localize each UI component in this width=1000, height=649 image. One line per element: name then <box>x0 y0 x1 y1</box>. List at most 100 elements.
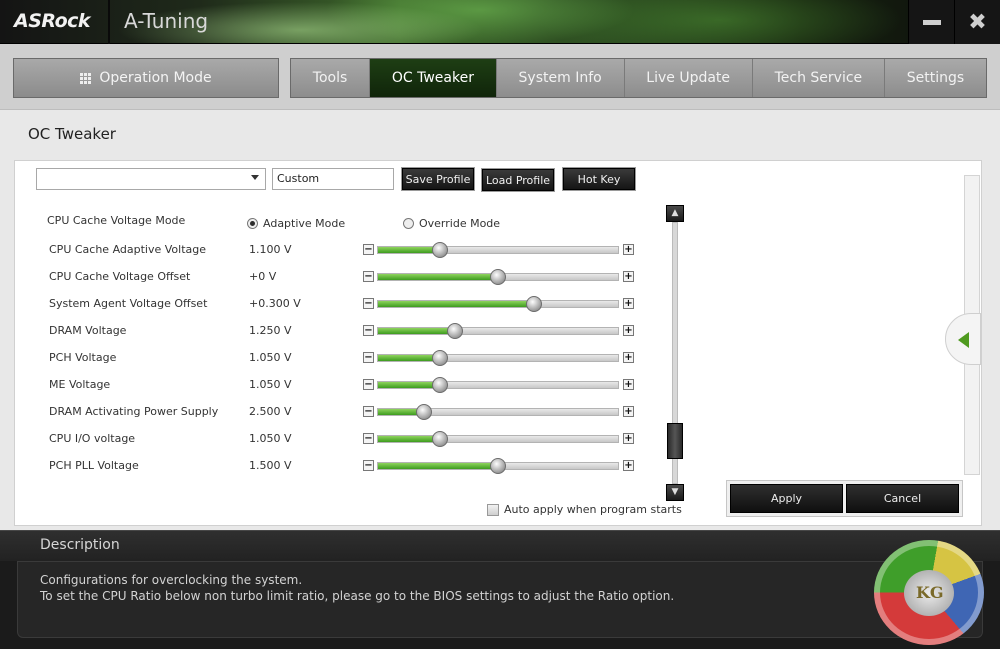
slider-fill <box>378 382 441 388</box>
slider-fill <box>378 355 441 361</box>
voltage-name: DRAM Voltage <box>49 324 127 337</box>
tab-tools[interactable]: Tools <box>291 59 371 97</box>
voltage-name: CPU Cache Voltage Offset <box>49 270 191 283</box>
slider-thumb[interactable] <box>490 458 506 474</box>
increase-button[interactable]: + <box>623 379 634 390</box>
slider-thumb[interactable] <box>415 404 432 420</box>
description-header: Description <box>0 530 1000 561</box>
load-profile-button[interactable]: Load Profile <box>481 168 555 192</box>
decrease-button[interactable]: − <box>363 406 374 417</box>
decrease-button[interactable]: − <box>363 244 374 255</box>
decrease-button[interactable]: − <box>363 352 374 363</box>
override-mode-label: Override Mode <box>419 217 501 230</box>
voltage-value: 1.500 V <box>249 459 292 472</box>
slider-fill <box>378 247 441 253</box>
action-buttons: Apply Cancel <box>726 480 963 517</box>
override-mode-radio[interactable]: Override Mode <box>403 217 500 230</box>
slider-thumb[interactable] <box>432 431 449 447</box>
title-divider <box>108 0 110 44</box>
profile-dropdown[interactable] <box>36 168 266 190</box>
slider-thumb[interactable] <box>446 323 463 339</box>
main-panel: OC Tweaker Custom Save Profile Load Prof… <box>0 110 1000 530</box>
tab-live-update[interactable]: Live Update <box>625 59 753 97</box>
voltage-slider[interactable] <box>377 377 619 393</box>
voltage-value: +0 V <box>249 270 277 283</box>
decrease-button[interactable]: − <box>363 460 374 471</box>
slider-thumb[interactable] <box>432 242 449 258</box>
increase-button[interactable]: + <box>623 298 634 309</box>
hot-key-button[interactable]: Hot Key <box>562 167 636 191</box>
slider-fill <box>378 274 498 280</box>
voltage-slider[interactable] <box>377 269 619 285</box>
tab-system-info[interactable]: System Info <box>497 59 625 97</box>
voltage-slider[interactable] <box>377 431 619 447</box>
radio-unselected-icon <box>403 218 414 229</box>
voltage-row: System Agent Voltage Offset +0.300 V − + <box>15 291 655 318</box>
decrease-button[interactable]: − <box>363 271 374 282</box>
description-title: Description <box>40 537 120 553</box>
increase-button[interactable]: + <box>623 271 634 282</box>
operation-mode-button[interactable]: Operation Mode <box>13 58 279 98</box>
voltage-slider[interactable] <box>377 458 619 474</box>
slider-thumb[interactable] <box>432 377 449 393</box>
scroll-thumb[interactable] <box>667 423 683 459</box>
slider-thumb[interactable] <box>432 350 449 366</box>
cancel-button[interactable]: Cancel <box>846 484 959 513</box>
oc-tweaker-content: Custom Save Profile Load Profile Hot Key… <box>14 160 982 526</box>
voltage-value: +0.300 V <box>249 297 301 310</box>
voltage-slider[interactable] <box>377 242 619 258</box>
nav-bar: Operation Mode Tools OC Tweaker System Inf… <box>0 44 1000 110</box>
slider-thumb[interactable] <box>526 296 542 312</box>
voltage-value: 2.500 V <box>249 405 292 418</box>
apply-button[interactable]: Apply <box>730 484 843 513</box>
increase-button[interactable]: + <box>623 244 634 255</box>
voltage-name: System Agent Voltage Offset <box>49 297 208 310</box>
increase-button[interactable]: + <box>623 325 634 336</box>
voltage-name: CPU Cache Adaptive Voltage <box>49 243 207 256</box>
collapse-panel-button[interactable] <box>945 313 981 365</box>
voltage-slider[interactable] <box>377 296 619 312</box>
tab-tech-service[interactable]: Tech Service <box>753 59 885 97</box>
increase-button[interactable]: + <box>623 352 634 363</box>
voltage-slider[interactable] <box>377 404 619 420</box>
tab-oc-tweaker[interactable]: OC Tweaker <box>370 59 497 97</box>
auto-apply-checkbox[interactable] <box>487 503 499 516</box>
voltage-row: CPU Cache Adaptive Voltage 1.100 V − + <box>15 237 655 264</box>
page-title: OC Tweaker <box>28 125 116 143</box>
increase-button[interactable]: + <box>623 460 634 471</box>
operation-mode-label: Operation Mode <box>99 70 212 86</box>
voltage-value: 1.050 V <box>249 351 292 364</box>
auto-apply-option[interactable]: Auto apply when program starts <box>487 503 682 516</box>
scroll-down-button[interactable]: ▼ <box>666 484 684 501</box>
voltage-value: 1.250 V <box>249 324 292 337</box>
slider-fill <box>378 436 441 442</box>
tab-settings[interactable]: Settings <box>885 59 986 97</box>
voltage-name: PCH Voltage <box>49 351 117 364</box>
save-profile-button[interactable]: Save Profile <box>401 167 475 191</box>
voltage-name: CPU I/O voltage <box>49 432 136 445</box>
voltage-slider[interactable] <box>377 350 619 366</box>
decrease-button[interactable]: − <box>363 433 374 444</box>
increase-button[interactable]: + <box>623 433 634 444</box>
decrease-button[interactable]: − <box>363 379 374 390</box>
voltage-slider[interactable] <box>377 323 619 339</box>
voltage-name: DRAM Activating Power Supply <box>49 405 219 418</box>
decrease-button[interactable]: − <box>363 298 374 309</box>
voltage-value: 1.050 V <box>249 378 292 391</box>
profile-name-input[interactable]: Custom <box>272 168 394 190</box>
grid-icon <box>80 72 92 84</box>
adaptive-mode-radio[interactable]: Adaptive Mode <box>247 217 345 230</box>
close-button[interactable]: ✖ <box>954 0 1000 44</box>
voltage-value: 1.050 V <box>249 432 292 445</box>
arrow-left-icon <box>958 332 969 348</box>
slider-fill <box>378 328 455 334</box>
voltage-value: 1.100 V <box>249 243 292 256</box>
decrease-button[interactable]: − <box>363 325 374 336</box>
voltage-name: PCH PLL Voltage <box>49 459 139 472</box>
slider-thumb[interactable] <box>490 269 506 285</box>
increase-button[interactable]: + <box>623 406 634 417</box>
settings-scrollbar[interactable]: ▲ ▼ <box>666 205 684 501</box>
scroll-up-button[interactable]: ▲ <box>666 205 684 222</box>
voltage-row: DRAM Activating Power Supply 2.500 V − + <box>15 399 655 426</box>
minimize-button[interactable] <box>908 0 954 44</box>
